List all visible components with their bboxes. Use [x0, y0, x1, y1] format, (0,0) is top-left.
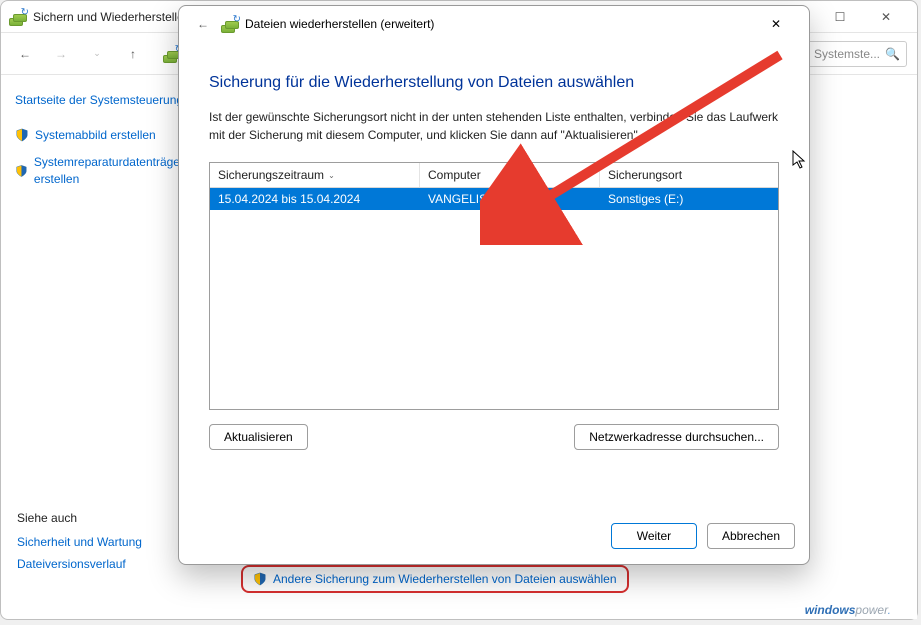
watermark-dot: . — [888, 603, 891, 617]
dialog-content: Sicherung für die Wiederherstellung von … — [179, 42, 809, 508]
search-icon: 🔍 — [885, 47, 900, 61]
cell-period: 15.04.2024 bis 15.04.2024 — [210, 188, 420, 210]
maximize-button[interactable]: ☐ — [817, 2, 863, 32]
shield-icon — [15, 164, 28, 178]
dialog-heading: Sicherung für die Wiederherstellung von … — [209, 74, 779, 92]
column-label: Computer — [428, 168, 481, 182]
shield-icon — [15, 128, 29, 142]
column-computer[interactable]: Computer — [420, 163, 600, 187]
refresh-button[interactable]: Aktualisieren — [209, 424, 308, 450]
dialog-instruction: Ist der gewünschte Sicherungsort nicht i… — [209, 108, 779, 144]
nav-back-button[interactable]: ← — [11, 40, 39, 68]
dialog-title: Dateien wiederherstellen (erweitert) — [245, 17, 434, 31]
browse-network-button[interactable]: Netzwerkadresse durchsuchen... — [574, 424, 779, 450]
window-title: Sichern und Wiederherstellen — [33, 10, 190, 24]
dialog-close-button[interactable]: ✕ — [753, 9, 799, 39]
listview-header: Sicherungszeitraum ⌄ Computer Sicherungs… — [210, 163, 778, 188]
nav-up-button[interactable]: ↑ — [119, 40, 147, 68]
search-input[interactable]: Systemste... 🔍 — [807, 41, 907, 67]
column-backup-location[interactable]: Sicherungsort — [600, 163, 778, 187]
backup-listview[interactable]: Sicherungszeitraum ⌄ Computer Sicherungs… — [209, 162, 779, 410]
sort-caret-icon: ⌄ — [328, 171, 335, 180]
link-text: Andere Sicherung zum Wiederherstellen vo… — [273, 572, 617, 586]
watermark-brand: windows — [805, 603, 856, 617]
link-choose-other-backup[interactable]: Andere Sicherung zum Wiederherstellen vo… — [241, 565, 629, 593]
cancel-button[interactable]: Abbrechen — [707, 523, 795, 549]
dialog-footer: Weiter Abbrechen — [179, 508, 809, 564]
listview-button-row: Aktualisieren Netzwerkadresse durchsuche… — [209, 424, 779, 450]
task-label: Systemabbild erstellen — [35, 127, 156, 144]
backup-restore-icon: ↻ — [9, 8, 27, 26]
listview-row-selected[interactable]: 15.04.2024 bis 15.04.2024 VANGELIS Sonst… — [210, 188, 778, 210]
dialog-back-button[interactable]: ← — [189, 10, 217, 38]
search-placeholder-text: Systemste... — [814, 47, 880, 61]
backup-restore-icon: ↻ — [221, 15, 239, 33]
dialog-titlebar: ← ↻ Dateien wiederherstellen (erweitert)… — [179, 6, 809, 42]
next-button[interactable]: Weiter — [611, 523, 697, 549]
watermark-suffix: power — [855, 603, 887, 617]
nav-forward-button[interactable]: → — [47, 40, 75, 68]
column-backup-period[interactable]: Sicherungszeitraum ⌄ — [210, 163, 420, 187]
cell-computer: VANGELIS — [420, 188, 600, 210]
watermark: windowspower. — [805, 598, 891, 619]
cell-location: Sonstiges (E:) — [600, 188, 778, 210]
restore-files-dialog: ← ↻ Dateien wiederherstellen (erweitert)… — [178, 5, 810, 565]
column-label: Sicherungszeitraum — [218, 168, 324, 182]
shield-icon — [253, 572, 267, 586]
close-button[interactable]: ✕ — [863, 2, 909, 32]
nav-recent-dropdown[interactable]: ⌄ — [83, 40, 111, 68]
column-label: Sicherungsort — [608, 168, 682, 182]
